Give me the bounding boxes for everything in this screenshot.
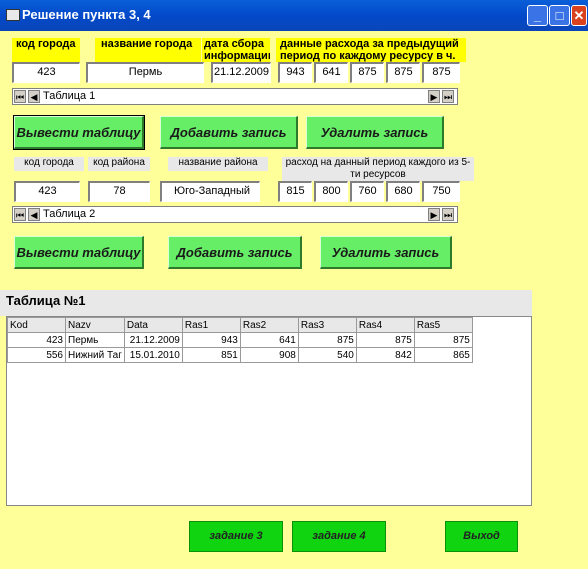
ras2-field-2[interactable]: 800 [314,181,348,202]
ras5-field-2[interactable]: 750 [422,181,460,202]
close-button[interactable]: ✕ [571,5,587,26]
table-cell[interactable]: 423 [7,332,66,348]
column-header[interactable]: Ras2 [239,317,299,333]
data-grid[interactable]: Kod Nazv Data Ras1 Ras2 Ras3 Ras4 Ras5 4… [6,316,532,506]
task3-button[interactable]: задание 3 [189,521,283,552]
ras4-field[interactable]: 875 [386,62,420,83]
prev-record-icon[interactable]: ◀ [28,208,40,221]
label-rashod-period: расход на данный период каждого из 5-ти … [282,157,474,181]
data-table[interactable]: Kod Nazv Data Ras1 Ras2 Ras3 Ras4 Ras5 4… [7,317,473,363]
delete-record-button[interactable]: Удалить запись [306,116,444,149]
ras1-field-2[interactable]: 815 [278,181,312,202]
data-control-table1[interactable]: ⏮ ◀ Таблица 1 ▶ ⏭ [12,88,458,105]
label-dannye-rashoda: данные расхода за предыдущий период по к… [276,38,466,62]
data-control-table2[interactable]: ⏮ ◀ Таблица 2 ▶ ⏭ [12,206,458,223]
table-cell[interactable]: Нижний Таг [65,347,125,363]
table-cell[interactable]: 15.01.2010 [123,347,183,363]
ras4-field-2[interactable]: 680 [386,181,420,202]
table-cell[interactable]: 908 [239,347,299,363]
table-cell[interactable]: 842 [355,347,415,363]
data-control-caption: Таблица 1 [43,90,96,102]
last-record-icon[interactable]: ⏭ [442,90,454,103]
first-record-icon[interactable]: ⏮ [14,208,26,221]
kod-goroda-field[interactable]: 423 [12,62,80,83]
column-header[interactable]: Data [123,317,183,333]
label-kod-goroda: код города [12,38,80,62]
label-kod-goroda-2: код города [14,157,84,171]
label-data-sbora: дата сбора информации [202,38,270,62]
column-header[interactable]: Ras5 [413,317,473,333]
last-record-icon[interactable]: ⏭ [442,208,454,221]
label-kod-rayona: код района [88,157,150,171]
maximize-button[interactable]: □ [549,5,570,26]
column-header[interactable]: Nazv [65,317,125,333]
ras1-field[interactable]: 943 [278,62,312,83]
table-cell[interactable]: 851 [181,347,241,363]
minimize-button[interactable]: _ [527,5,548,26]
next-record-icon[interactable]: ▶ [428,208,440,221]
first-record-icon[interactable]: ⏮ [14,90,26,103]
label-nazvanie-rayona: название района [168,157,268,171]
nazvanie-goroda-field[interactable]: Пермь [86,62,204,83]
show-table-button[interactable]: Вывести таблицу [13,115,145,150]
label-nazvanie-goroda: название города [95,38,201,62]
kod-goroda-field-2[interactable]: 423 [14,181,80,202]
app-icon [6,9,20,21]
ras3-field[interactable]: 875 [350,62,384,83]
add-record-button[interactable]: Добавить запись [160,116,298,149]
task4-button[interactable]: задание 4 [292,521,386,552]
table-header-row: Kod Nazv Data Ras1 Ras2 Ras3 Ras4 Ras5 [7,317,473,333]
data-sbora-field[interactable]: 21.12.2009 [211,62,271,83]
prev-record-icon[interactable]: ◀ [28,90,40,103]
next-record-icon[interactable]: ▶ [428,90,440,103]
kod-rayona-field[interactable]: 78 [88,181,150,202]
table-cell[interactable]: 865 [413,347,473,363]
column-header[interactable]: Ras3 [297,317,357,333]
window-title: Решение пункта 3, 4 [22,7,151,22]
table-cell[interactable]: 943 [181,332,241,348]
table-cell[interactable]: 875 [297,332,357,348]
table-cell[interactable]: Пермь [65,332,125,348]
table-cell[interactable]: 21.12.2009 [123,332,183,348]
exit-button[interactable]: Выход [445,521,518,552]
table-cell[interactable]: 875 [355,332,415,348]
grid-title: Таблица №1 [6,293,86,308]
ras3-field-2[interactable]: 760 [350,181,384,202]
table-cell[interactable]: 641 [239,332,299,348]
show-table-button-2[interactable]: Вывести таблицу [14,236,144,269]
table-cell[interactable]: 875 [413,332,473,348]
ras5-field[interactable]: 875 [422,62,460,83]
delete-record-button-2[interactable]: Удалить запись [320,236,452,269]
table-cell[interactable]: 540 [297,347,357,363]
table-row[interactable]: 423 Пермь 21.12.2009 943 641 875 875 875 [7,332,473,348]
nazvanie-rayona-field[interactable]: Юго-Западный [160,181,260,202]
data-control-caption: Таблица 2 [43,208,96,220]
table-cell[interactable]: 556 [7,347,66,363]
add-record-button-2[interactable]: Добавить запись [168,236,302,269]
ras2-field[interactable]: 641 [314,62,348,83]
column-header[interactable]: Kod [7,317,66,333]
table-row[interactable]: 556 Нижний Таг 15.01.2010 851 908 540 84… [7,347,473,363]
column-header[interactable]: Ras4 [355,317,415,333]
column-header[interactable]: Ras1 [181,317,241,333]
